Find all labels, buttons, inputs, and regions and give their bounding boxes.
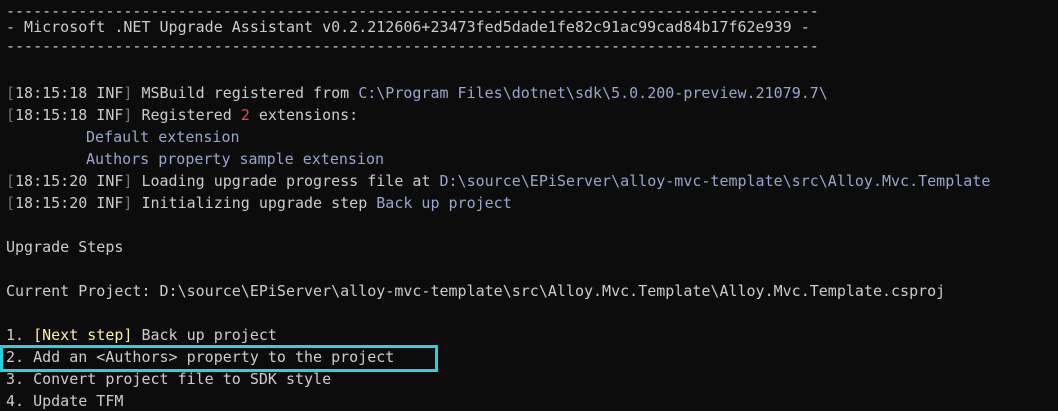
terminal-window: ----------------------------------------… [0, 0, 1058, 411]
log-time-level: 18:15:18 INF [15, 84, 124, 102]
log-path: C:\Program Files\dotnet\sdk\5.0.200-prev… [358, 84, 828, 102]
extension-name: Authors property sample extension [86, 150, 385, 168]
current-project-path: D:\source\EPiServer\alloy-mvc-template\s… [159, 282, 946, 300]
log-time-level: 18:15:20 INF [15, 194, 124, 212]
extension-authors: Authors property sample extension [86, 148, 384, 170]
step-item-4: 4. Update TFM [6, 390, 123, 411]
log-message: Registered [132, 106, 241, 124]
extension-count: 2 [240, 106, 250, 124]
step-number: 2. [6, 348, 34, 366]
step-item-3: 3. Convert project file to SDK style [6, 368, 331, 390]
current-project-label: Current Project: [6, 282, 160, 300]
log-message: MSBuild registered from [132, 84, 359, 102]
banner-rule-bottom: ----------------------------------------… [6, 37, 819, 55]
step-item-2: 2. Add an <Authors> property to the proj… [6, 346, 394, 368]
step-number: 3. [6, 370, 34, 388]
step-item-1: 1. [Next step] Back up project [6, 324, 277, 346]
log-line-registered: [18:15:18 INF] Registered 2 extensions: [6, 104, 358, 126]
step-label: Convert project file to SDK style [33, 370, 332, 388]
log-bracket-open: [ [6, 194, 16, 212]
log-line-msbuild: [18:15:18 INF] MSBuild registered from C… [6, 82, 828, 104]
log-step-name: Back up project [376, 194, 512, 212]
log-time-level: 18:15:18 INF [15, 106, 124, 124]
step-label: Update TFM [33, 392, 124, 410]
current-project-line: Current Project: D:\source\EPiServer\all… [6, 280, 945, 302]
next-step-tag: [Next step] [33, 326, 133, 344]
step-number: 4. [6, 392, 34, 410]
extension-default: Default extension [86, 126, 240, 148]
log-message: Initializing upgrade step [132, 194, 377, 212]
log-message: Loading upgrade progress file at [132, 172, 440, 190]
log-line-loading: [18:15:20 INF] Loading upgrade progress … [6, 170, 990, 192]
log-message-suffix: extensions: [249, 106, 359, 124]
log-time-level: 18:15:20 INF [15, 172, 124, 190]
log-bracket-open: [ [6, 84, 16, 102]
step-label: Add an <Authors> property to the project [33, 348, 395, 366]
log-path: D:\source\EPiServer\alloy-mvc-template\s… [439, 172, 991, 190]
extension-name: Default extension [86, 128, 240, 146]
log-line-initializing: [18:15:20 INF] Initializing upgrade step… [6, 192, 512, 214]
upgrade-steps-heading: Upgrade Steps [6, 238, 124, 256]
step-number: 1. [6, 326, 34, 344]
log-bracket-open: [ [6, 172, 16, 190]
step-label: Back up project [132, 326, 277, 344]
log-bracket-open: [ [6, 106, 16, 124]
